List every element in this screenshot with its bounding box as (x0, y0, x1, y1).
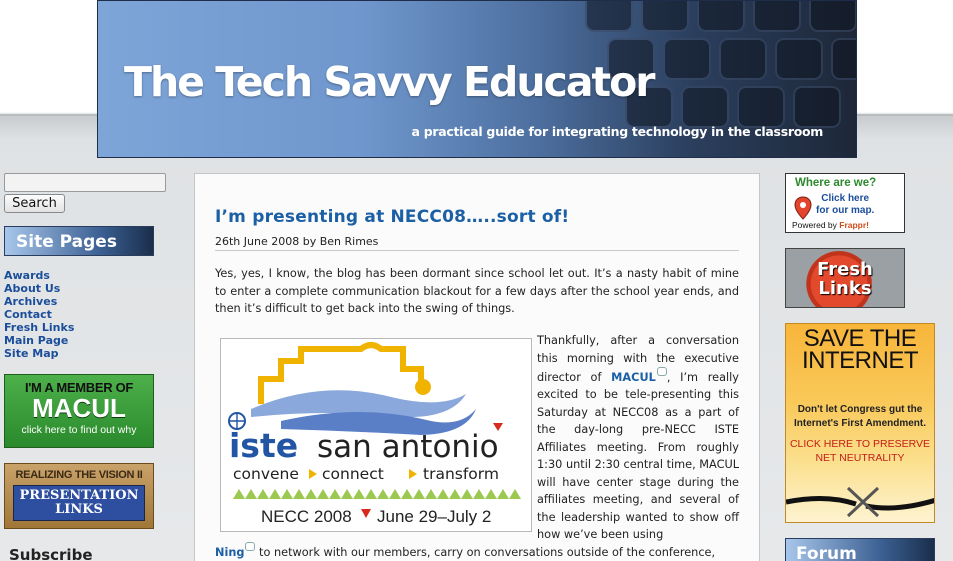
vision-badge-line3: LINKS (55, 502, 103, 517)
save-ad-cta: CLICK HERE TO PRESERVE NET NEUTRALITY (789, 438, 931, 464)
presentation-links-badge[interactable]: REALIZING THE VISION II PRESENTATION LIN… (4, 463, 154, 529)
cut-cable-icon (786, 486, 934, 518)
vision-badge-line1: REALIZING THE VISION II (15, 469, 143, 481)
sidebar-link-fresh-links[interactable]: Fresh Links (4, 321, 74, 334)
logo-event: NECC 2008 (261, 507, 352, 526)
macul-badge-line2: MACUL (32, 393, 126, 423)
fresh-links-badge[interactable]: Fresh Links (785, 248, 905, 308)
post-content: I’m presenting at NECC08…..sort of! 26th… (194, 173, 760, 561)
sidebar-link-label: About Us (4, 282, 61, 295)
fresh-links-line2: Links (818, 278, 872, 299)
save-ad-body: Don't let Congress gut the Internet's Fi… (793, 404, 927, 429)
macul-link[interactable]: MACUL (611, 371, 656, 384)
macul-member-badge[interactable]: I'M A MEMBER OF MACUL click here to find… (4, 374, 154, 448)
iste-san-antonio-logo-image: iste san antonio convene connect transfo… (220, 338, 532, 532)
sidebar-link-contact[interactable]: Contact (4, 308, 74, 321)
header-banner[interactable]: The Tech Savvy Educator a practical guid… (97, 0, 857, 158)
link-preview-icon[interactable] (245, 542, 256, 551)
logo-word-3: transform (423, 465, 499, 483)
post-paragraph-1: Yes, yes, I know, the blog has been dorm… (215, 267, 739, 315)
sidebar-link-label: Main Page (4, 334, 69, 347)
ning-link[interactable]: Ning (215, 546, 244, 559)
frappr-map-badge[interactable]: Where are we? Click here for our map. Po… (785, 173, 905, 233)
sidebar-link-label: Archives (4, 295, 58, 308)
vision-badge-bar: PRESENTATION LINKS (13, 485, 145, 521)
post-meta: 26th June 2008 by Ben Rimes (215, 235, 379, 248)
frappr-powered-prefix: Powered by (792, 220, 840, 230)
subscribe-heading: Subscribe (9, 546, 93, 561)
sidebar-link-archives[interactable]: Archives (4, 295, 74, 308)
site-title[interactable]: The Tech Savvy Educator (124, 58, 655, 106)
sidebar-link-label: Contact (4, 308, 52, 321)
search-input[interactable] (4, 173, 166, 192)
para3-text-after: to network with our members, carry on co… (255, 545, 716, 559)
frappr-brand: Frappr! (839, 220, 869, 230)
save-ad-headline: SAVE THE INTERNET (786, 327, 934, 374)
post-paragraph-3: Ning to network with our members, carry … (215, 542, 739, 561)
map-pin-icon (794, 196, 812, 220)
frappr-question: Where are we? (795, 177, 877, 189)
forum-heading: Forum (785, 538, 935, 561)
post-title[interactable]: I’m presenting at NECC08…..sort of! (215, 207, 569, 227)
fresh-links-line1: Fresh (817, 259, 873, 280)
sidebar-link-about-us[interactable]: About Us (4, 282, 74, 295)
search-button[interactable]: Search (4, 194, 65, 213)
site-pages-heading: Site Pages (4, 226, 154, 256)
post-divider (215, 250, 739, 251)
save-the-internet-ad[interactable]: SAVE THE INTERNET Don't let Congress gut… (785, 323, 935, 523)
link-preview-icon[interactable] (656, 367, 667, 376)
sidebar-link-site-map[interactable]: Site Map (4, 347, 74, 360)
logo-word-2: connect (322, 465, 384, 483)
site-tagline: a practical guide for integrating techno… (411, 124, 824, 139)
site-pages-list: Awards About Us Archives Contact Fresh L… (4, 269, 74, 360)
frappr-powered: Powered by Frappr! (792, 220, 869, 230)
frappr-cta-line2: for our map. (816, 205, 875, 216)
logo-dates: June 29–July 2 (377, 507, 491, 526)
sidebar-link-label: Fresh Links (4, 321, 75, 334)
macul-badge-line3: click here to find out why (21, 424, 137, 436)
sidebar-link-label: Site Map (4, 347, 59, 360)
logo-word-1: convene (233, 465, 299, 483)
vision-badge-line2: PRESENTATION (19, 488, 139, 503)
post-paragraph-2: Thankfully, after a conversation this mo… (537, 332, 739, 544)
sidebar-link-awards[interactable]: Awards (4, 269, 74, 282)
para2-text-after: , I’m really excited to be tele-presenti… (537, 370, 740, 542)
iste-logo-graphic: iste san antonio convene connect transfo… (228, 342, 521, 526)
save-ad-headline-2: INTERNET (802, 347, 919, 374)
sidebar-link-main-page[interactable]: Main Page (4, 334, 74, 347)
frappr-cta: Click here for our map. (816, 193, 874, 217)
frappr-cta-line1: Click here (821, 193, 870, 204)
logo-city-text: san antonio (317, 429, 499, 465)
logo-iste-text: iste (229, 426, 298, 465)
sidebar-link-label: Awards (4, 269, 50, 282)
